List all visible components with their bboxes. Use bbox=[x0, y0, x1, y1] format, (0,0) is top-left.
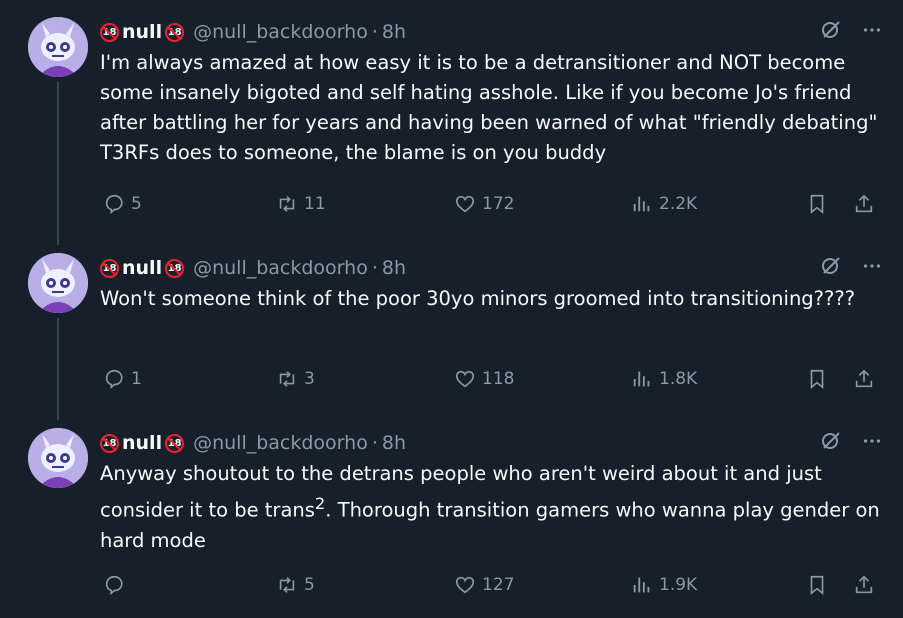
bookmark-icon bbox=[810, 369, 824, 390]
views-icon bbox=[633, 371, 650, 387]
no-18-badge-icon: 18 bbox=[100, 258, 119, 278]
tweet-text: I'm always amazed at how easy it is to b… bbox=[100, 51, 878, 164]
like-icon bbox=[455, 195, 475, 213]
views-icon bbox=[633, 196, 650, 212]
timestamp[interactable]: 8h bbox=[382, 432, 406, 454]
reply-button[interactable]: 5 bbox=[103, 189, 142, 219]
reply-button[interactable] bbox=[103, 570, 131, 600]
views-button[interactable]: 1.8K bbox=[631, 364, 697, 394]
avatar[interactable] bbox=[28, 17, 88, 77]
share-icon bbox=[855, 575, 873, 594]
views-button[interactable]: 1.9K bbox=[631, 570, 697, 600]
no-18-badge-icon: 18 bbox=[165, 22, 185, 42]
like-count: 118 bbox=[482, 369, 515, 389]
views-count: 1.9K bbox=[659, 575, 698, 595]
like-button[interactable]: 172 bbox=[454, 189, 514, 219]
share-button[interactable] bbox=[853, 364, 875, 394]
reply-count: 5 bbox=[131, 194, 142, 214]
reply-button[interactable]: 1 bbox=[103, 364, 142, 394]
separator: · bbox=[371, 257, 378, 279]
bookmark-button[interactable] bbox=[806, 570, 828, 600]
no-18-badge-icon: 18 bbox=[165, 258, 185, 278]
no-18-badge-icon: 18 bbox=[100, 22, 119, 42]
more-icon[interactable] bbox=[861, 430, 883, 457]
grok-icon[interactable] bbox=[819, 254, 843, 283]
timestamp[interactable]: 8h bbox=[382, 21, 406, 43]
separator: · bbox=[371, 21, 378, 43]
bookmark-icon bbox=[810, 194, 824, 215]
views-count: 2.2K bbox=[659, 194, 698, 214]
user-handle[interactable]: @null_backdoorho bbox=[193, 21, 368, 43]
avatar[interactable] bbox=[28, 253, 88, 313]
avatar[interactable] bbox=[28, 428, 88, 488]
user-handle[interactable]: @null_backdoorho bbox=[193, 432, 368, 454]
tweet-3[interactable]: 18 null 18 @null_backdoorho · 8h Anyway … bbox=[0, 415, 903, 618]
display-name[interactable]: null bbox=[122, 21, 162, 43]
more-icon[interactable] bbox=[861, 19, 883, 46]
reply-icon bbox=[105, 575, 123, 596]
bookmark-button[interactable] bbox=[806, 189, 828, 219]
grok-icon[interactable] bbox=[819, 429, 843, 458]
tweet-header: 18 null 18 @null_backdoorho · 8h bbox=[100, 18, 883, 46]
reply-icon bbox=[105, 194, 123, 215]
tweet-header: 18 null 18 @null_backdoorho · 8h bbox=[100, 254, 883, 282]
share-icon bbox=[855, 369, 873, 388]
share-button[interactable] bbox=[853, 189, 875, 219]
share-icon bbox=[855, 194, 873, 213]
reply-icon bbox=[105, 369, 123, 390]
like-button[interactable]: 118 bbox=[454, 364, 514, 394]
repost-count: 11 bbox=[304, 194, 326, 214]
repost-count: 5 bbox=[304, 575, 315, 595]
repost-count: 3 bbox=[304, 369, 315, 389]
like-icon bbox=[455, 370, 475, 388]
like-button[interactable]: 127 bbox=[454, 570, 514, 600]
separator: · bbox=[371, 432, 378, 454]
repost-button[interactable]: 3 bbox=[276, 364, 315, 394]
views-count: 1.8K bbox=[659, 369, 698, 389]
repost-icon bbox=[279, 577, 295, 593]
reply-count: 1 bbox=[131, 369, 142, 389]
tweet-1[interactable]: 18 null 18 @null_backdoorho · 8h I'm alw… bbox=[0, 0, 903, 245]
tweet-2[interactable]: 18 null 18 @null_backdoorho · 8h Won't s… bbox=[0, 240, 903, 420]
bookmark-icon bbox=[810, 575, 824, 596]
views-button[interactable]: 2.2K bbox=[631, 189, 697, 219]
more-icon[interactable] bbox=[861, 255, 883, 282]
like-icon bbox=[455, 576, 475, 594]
display-name[interactable]: null bbox=[122, 432, 162, 454]
tweet-text: Anyway shoutout to the detrans people wh… bbox=[100, 459, 883, 556]
thread-line bbox=[57, 82, 59, 245]
tweet-text: Won't someone think of the poor 30yo min… bbox=[100, 287, 856, 310]
repost-icon bbox=[279, 371, 295, 387]
repost-icon bbox=[279, 196, 295, 212]
user-handle[interactable]: @null_backdoorho bbox=[193, 257, 368, 279]
no-18-badge-icon: 18 bbox=[100, 433, 119, 453]
display-name[interactable]: null bbox=[122, 257, 162, 279]
repost-button[interactable]: 5 bbox=[276, 570, 315, 600]
grok-icon[interactable] bbox=[819, 18, 843, 47]
timestamp[interactable]: 8h bbox=[382, 257, 406, 279]
like-count: 172 bbox=[482, 194, 515, 214]
superscript: 2 bbox=[314, 494, 326, 513]
bookmark-button[interactable] bbox=[806, 364, 828, 394]
like-count: 127 bbox=[482, 575, 515, 595]
repost-button[interactable]: 11 bbox=[276, 189, 326, 219]
share-button[interactable] bbox=[853, 570, 875, 600]
views-icon bbox=[633, 577, 650, 593]
no-18-badge-icon: 18 bbox=[165, 433, 185, 453]
tweet-header: 18 null 18 @null_backdoorho · 8h bbox=[100, 429, 883, 457]
